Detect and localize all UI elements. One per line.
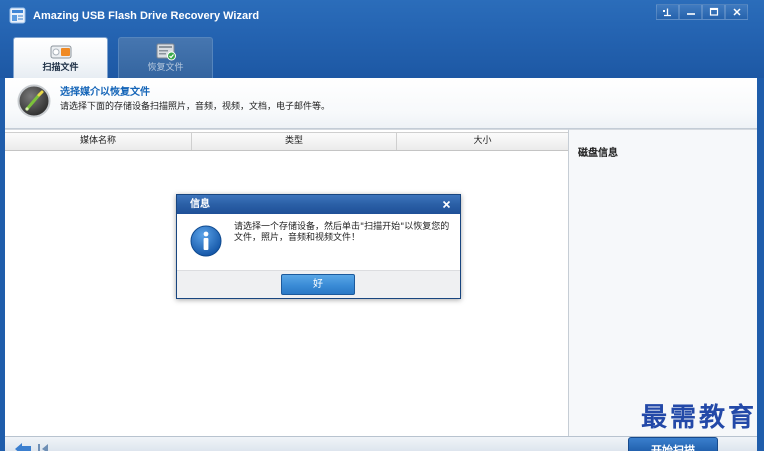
back-arrow-icon[interactable] xyxy=(14,441,32,451)
disk-info-panel: 磁盘信息 xyxy=(568,129,757,436)
dialog-message-line: 文件，照片，音频和视频文件！ xyxy=(234,233,361,243)
column-type[interactable]: 类型 xyxy=(192,133,397,150)
close-icon xyxy=(442,200,451,209)
disk-info-title: 磁盘信息 xyxy=(578,148,618,159)
tab-scan-files-label: 扫描文件 xyxy=(42,63,79,73)
tab-scan-files[interactable]: 扫描文件 xyxy=(13,37,108,78)
column-media-name[interactable]: 媒体名称 xyxy=(5,133,192,150)
instruction-header: 选择媒介以恢复文件 请选择下面的存储设备扫描照片，音频，视频，文档，电子邮件等。 xyxy=(5,78,757,129)
close-icon xyxy=(732,7,742,17)
scan-files-icon xyxy=(50,43,72,61)
header-title: 选择媒介以恢复文件 xyxy=(60,87,150,98)
recover-files-icon xyxy=(155,43,177,61)
usb-app-icon xyxy=(9,7,26,24)
info-icon xyxy=(190,225,222,257)
tab-recover-files-label: 恢复文件 xyxy=(147,63,184,73)
media-table-header: 媒体名称 类型 大小 xyxy=(5,132,568,151)
dialog-close-button[interactable] xyxy=(439,197,454,212)
window-title: Amazing USB Flash Drive Recovery Wizard xyxy=(33,10,260,22)
info-dialog: 信息 请选择一个存储设备，然后单击"扫描开始"以恢复您的 文件，照片，音频和视频… xyxy=(176,194,461,299)
close-button[interactable] xyxy=(725,4,748,20)
maximize-icon xyxy=(709,7,719,17)
ok-button[interactable]: 好 xyxy=(281,274,355,295)
watermark: 最需教育 xyxy=(641,403,758,433)
tab-recover-files[interactable]: 恢复文件 xyxy=(118,37,213,78)
dialog-message-line: 请选择一个存储设备，然后单击"扫描开始"以恢复您的 xyxy=(234,222,450,232)
previous-icon[interactable] xyxy=(36,443,58,451)
header-subtitle: 请选择下面的存储设备扫描照片，音频，视频，文档，电子邮件等。 xyxy=(60,102,331,112)
minimize-icon xyxy=(686,7,696,17)
dialog-title: 信息 xyxy=(190,199,210,210)
pin-button[interactable] xyxy=(656,4,679,20)
column-size[interactable]: 大小 xyxy=(397,133,568,150)
start-scan-button[interactable]: 开始扫描 xyxy=(628,437,718,451)
minimize-button[interactable] xyxy=(679,4,702,20)
select-media-icon xyxy=(17,84,51,118)
start-scan-label: 开始扫描 xyxy=(651,444,695,451)
maximize-button[interactable] xyxy=(702,4,725,20)
title-and-tab-bar: Amazing USB Flash Drive Recovery Wizard … xyxy=(0,0,764,78)
dialog-message: 请选择一个存储设备，然后单击"扫描开始"以恢复您的 文件，照片，音频和视频文件！ xyxy=(234,222,449,244)
dialog-titlebar[interactable] xyxy=(177,195,460,214)
pin-icon xyxy=(662,7,673,18)
